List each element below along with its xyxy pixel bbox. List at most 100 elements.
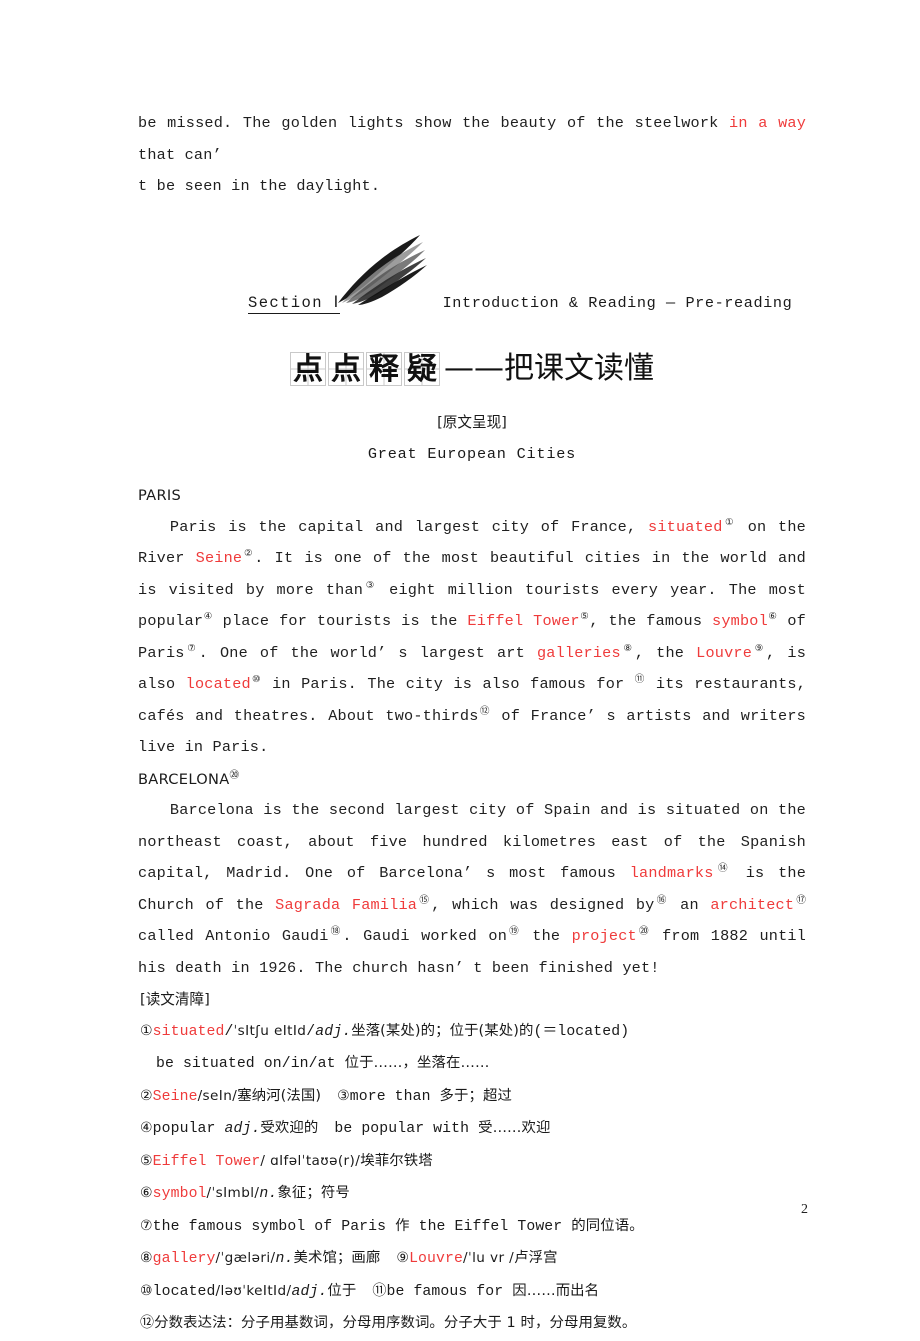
body-text: called Antonio Gaudi [138,927,329,945]
note-keyword: symbol [152,1186,207,1202]
footnote-marker: ⑪ [634,673,646,685]
footnote-marker: ④ [203,610,213,622]
note-pos: adj. [224,1121,261,1137]
note-phonetic: ˈsItʃu eItId [233,1022,307,1039]
body-text: . One of the world’ s largest art [198,643,537,662]
note-item: ⑩located/ləʊˈkeItId/adj.位于 ⑪be famous fo… [138,1276,806,1309]
note-text: the Eiffel Tower [409,1218,572,1235]
note-item: ⑤Eiffel Tower/ ɑIfəlˈtaʊə(r)/埃菲尔铁塔 [138,1146,806,1179]
barcelona-paragraph: Barcelona is the second largest city of … [138,795,806,984]
keyword-highlight: landmarks [629,864,714,882]
note-chinese: 象征；符号 [277,1185,350,1201]
note-number: ⑨ [396,1250,410,1266]
note-number: ⑤ [140,1152,153,1169]
note-phonetic: /ˈlu vr / [462,1250,515,1266]
heading-char-4: 疑 [404,352,440,387]
article-title: Great European Cities [367,444,577,463]
note-number: ⑪ [372,1282,387,1299]
barcelona-heading: BARCELONA⑳ [138,764,806,796]
section-label: Section Ⅰ [248,293,340,314]
keyword-highlight: symbol [712,612,768,630]
heading-char-3: 释 [366,352,402,387]
paris-paragraph: Paris is the capital and largest city of… [138,512,806,764]
note-pos: n. [259,1186,278,1202]
note-item: ④popular adj.受欢迎的 be popular with 受……欢迎 [138,1113,806,1146]
footnote-marker: ⑰ [794,894,807,906]
page-number: 2 [801,1202,808,1217]
note-phonetic: / ɑIfəlˈtaʊə(r)/ [260,1152,361,1169]
continuation-paragraph: be missed. The golden lights show the be… [138,108,806,203]
body-text: place for tourists is the [212,612,468,630]
note-chinese: 位于 [327,1282,357,1299]
note-number: ⑥ [140,1185,153,1201]
note-chinese: 位于……，坐落在…… [344,1055,490,1071]
notes-heading: [读文清障] [140,991,210,1008]
note-number: ② [140,1087,153,1104]
note-text: (＝located) [533,1023,630,1040]
note-pos: adj. [291,1283,328,1300]
note-chinese: 埃菲尔铁塔 [360,1152,433,1169]
note-number: ⑩ [140,1282,153,1299]
note-chinese: 的同位语。 [571,1217,644,1234]
footnote-marker: ⑤ [579,610,590,622]
footnote-marker: ⑧ [620,642,635,654]
barcelona-heading-sup: ⑳ [229,769,240,781]
footnote-marker: ① [722,516,736,528]
continuation-text-line2: t be seen in the daylight. [138,177,381,195]
continuation-text-a: be missed. The golden lights show the be… [138,114,730,132]
note-pos: adj. [315,1023,352,1040]
note-chinese: 多于；超过 [439,1087,513,1104]
body-text: Paris is the capital and largest city of… [169,517,649,536]
note-text: be popular with [334,1121,479,1137]
note-text: located [152,1283,216,1300]
footnote-marker: ⑨ [752,642,767,654]
footnote-marker: ⑯ [654,894,669,906]
note-number: ④ [140,1120,153,1136]
note-item: ⑫分数表达法：分子用基数词，分母用序数词。分子大于 1 时，分母用复数。 [138,1308,806,1341]
note-pos: n. [275,1251,294,1267]
section-header: Section Ⅰ Introduction & Reading — Pre-r… [138,234,808,341]
footnote-marker: ⑳ [636,925,651,937]
note-chinese: 美术馆；画廊 [293,1250,381,1266]
keyword-highlight: galleries [536,643,621,662]
keyword-highlight: Louvre [696,643,753,662]
chinese-heading: 点点释疑 ——把课文读懂 [138,349,806,390]
note-chinese: 塞纳河(法国) [237,1087,322,1104]
note-number: ③ [337,1087,350,1104]
heading-tail: ——把课文读懂 [444,351,654,386]
body-text: the [520,927,572,945]
continuation-text-b: that can’ [138,145,222,164]
note-number: ⑧ [140,1250,153,1266]
body-text: an [668,895,711,914]
note-phonetic: /ˈsImbl/ [206,1185,260,1201]
note-chinese: 卢浮宫 [514,1250,558,1266]
note-item: ⑥symbol/ˈsImbl/n.象征；符号 [138,1178,806,1211]
footnote-marker: ⑮ [417,894,432,906]
note-phonetic: /seIn/ [197,1087,238,1104]
heading-char-2: 点 [328,352,364,387]
note-chinese: 作 [395,1217,410,1234]
note-keyword: Eiffel Tower [152,1153,261,1170]
barcelona-heading-text: BARCELONA [138,770,230,788]
note-chinese: 坐落(某处)的；位于(某处)的 [351,1022,534,1039]
footnote-marker: ② [242,547,255,559]
note-chinese: 分数表达法：分子用基数词，分母用序数词。分子大于 1 时，分母用复数。 [154,1315,637,1331]
note-number: ① [140,1022,153,1039]
note-item: be situated on/in/at 位于……，坐落在…… [138,1048,806,1081]
notes-list: ①situated/ˈsItʃu eItId/adj.坐落(某处)的；位于(某处… [138,1016,806,1341]
note-chinese: 受欢迎的 [260,1120,319,1136]
section-title-line: Section Ⅰ Introduction & Reading — Pre-r… [248,293,808,314]
note-keyword: situated [152,1023,225,1040]
paris-heading: PARIS [138,487,182,504]
body-text: , the famous [589,612,712,630]
page-content: be missed. The golden lights show the be… [138,108,806,1341]
note-keyword: Louvre [409,1251,463,1267]
note-text: / [306,1023,316,1040]
note-text: be famous for [386,1283,513,1300]
keyword-highlight: situated [648,517,723,536]
keyword-highlight: Sagrada Familia [275,895,418,914]
footnote-marker: ⑫ [478,705,491,717]
note-item: ⑧gallery/ˈgæləri/n.美术馆；画廊 ⑨Louvre/ˈlu vr… [138,1243,806,1276]
body-text: , the [634,643,697,662]
note-text: be situated on/in/at [156,1056,345,1072]
